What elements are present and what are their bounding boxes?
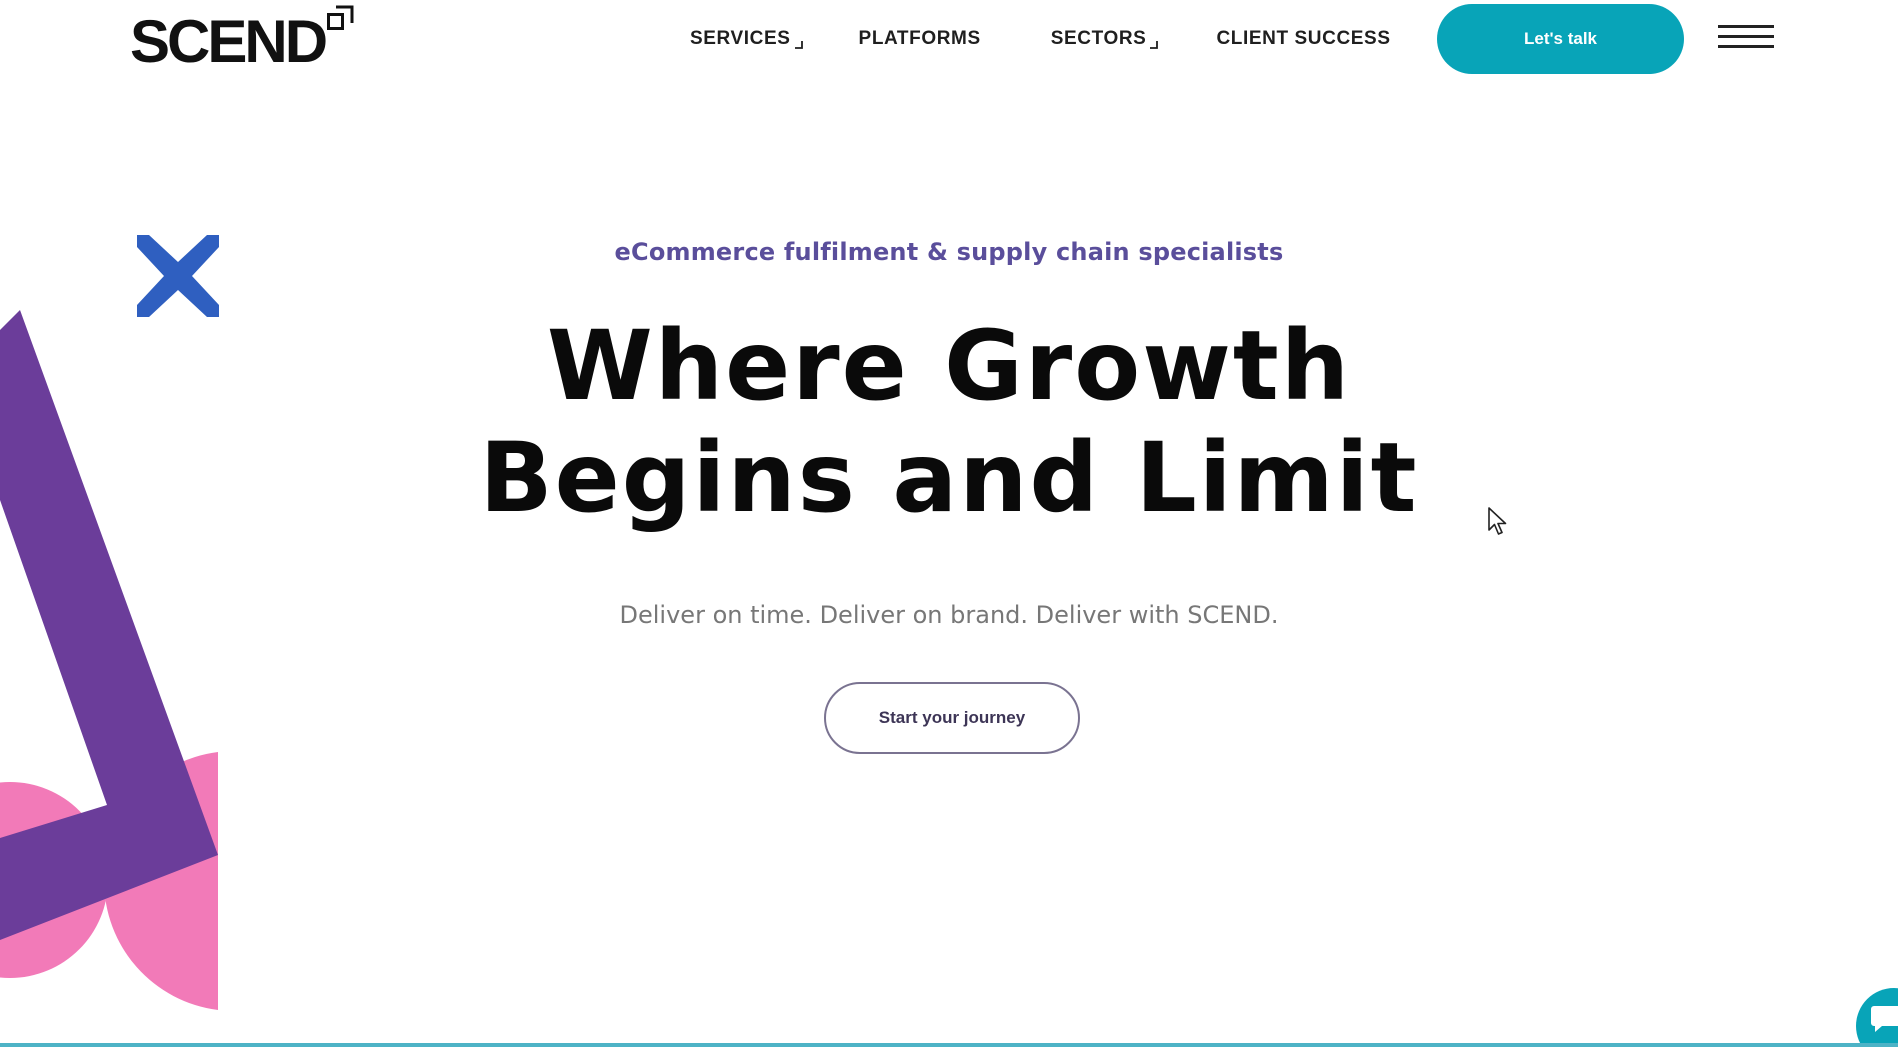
bottom-divider xyxy=(0,1043,1898,1047)
start-journey-button[interactable]: Start your journey xyxy=(824,682,1080,754)
logo-mark-icon xyxy=(327,5,354,30)
hero-eyebrow: eCommerce fulfilment & supply chain spec… xyxy=(614,238,1284,266)
chat-icon xyxy=(1871,1006,1898,1032)
nav-item-label: SERVICES xyxy=(690,28,791,49)
nav-item-label: PLATFORMS xyxy=(858,28,981,49)
menu-line xyxy=(1718,25,1774,28)
chat-button[interactable] xyxy=(1856,988,1898,1047)
nav-item-sectors[interactable]: SECTORS xyxy=(1051,28,1159,50)
hero-subtitle: Deliver on time. Deliver on brand. Deliv… xyxy=(619,601,1279,629)
nav-item-platforms[interactable]: PLATFORMS xyxy=(859,28,981,50)
hero-title: Where Growth Begins and Limit xyxy=(0,310,1898,534)
menu-line xyxy=(1718,35,1774,38)
hero-title-line: Where Growth xyxy=(546,310,1352,422)
nav-item-label: SECTORS xyxy=(1050,28,1147,49)
nav-item-label: CLIENT SUCCESS xyxy=(1216,28,1391,49)
logo[interactable]: SCEND xyxy=(130,5,355,75)
hero-title-line: Begins and Limit xyxy=(479,422,1419,534)
mouse-cursor-icon xyxy=(1488,507,1507,535)
menu-line xyxy=(1718,45,1774,48)
page: SCEND SERVICES PLATFORMS SECTORS CLIENT … xyxy=(0,0,1898,1047)
hamburger-icon[interactable] xyxy=(1718,22,1776,58)
corner-arrow-icon xyxy=(794,41,803,49)
logo-text: SCEND xyxy=(130,8,328,75)
nav-item-services[interactable]: SERVICES xyxy=(690,28,803,50)
corner-arrow-icon xyxy=(1150,41,1159,49)
main-nav: SERVICES PLATFORMS SECTORS CLIENT SUCCES… xyxy=(690,24,1391,54)
lets-talk-button[interactable]: Let's talk xyxy=(1437,4,1684,74)
nav-item-client-success[interactable]: CLIENT SUCCESS xyxy=(1216,28,1390,50)
